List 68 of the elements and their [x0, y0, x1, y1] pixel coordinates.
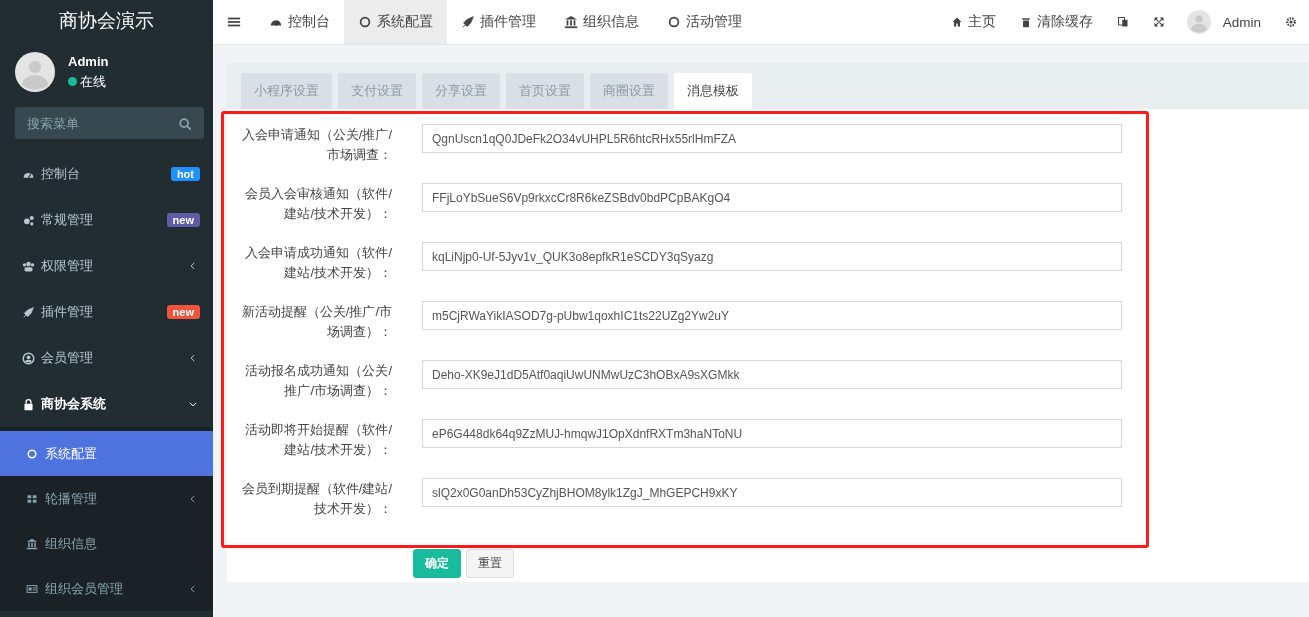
submenu-item[interactable]: 组织会员管理 [0, 566, 213, 611]
field-label: 活动报名成功通知（公关/推广/市场调查）： [244, 362, 392, 400]
input-field[interactable]: m5CjRWaYikIASOD7g-pUbw1qoxhIC1ts22UZg2Yw2uY [422, 301, 1122, 330]
menu-item[interactable]: 控制台 hot [0, 151, 213, 197]
user-name: Admin [68, 53, 109, 69]
chevron-left-icon [188, 261, 198, 271]
nav-tab[interactable]: 组织信息 [550, 0, 653, 44]
chevron-left-icon [188, 583, 198, 594]
nav-tab[interactable]: 控制台 [255, 0, 344, 44]
avatar-icon [15, 52, 55, 92]
gears-icon [22, 213, 35, 227]
menu-icon [227, 15, 241, 29]
submenu-item[interactable]: 系统配置 [0, 431, 213, 476]
menu-badge: new [166, 305, 200, 319]
settings-icon [1285, 16, 1297, 28]
circle-icon [358, 15, 372, 29]
trash-icon [1019, 16, 1032, 28]
input-field[interactable]: kqLiNjp0-Uf-5Jyv1v_QUK3o8epfkR1eSCDY3qSyazg [422, 242, 1122, 271]
user-icon [22, 351, 35, 365]
input-field[interactable]: eP6G448dk64q9ZzMUJ-hmqwJ1OpXdnfRXTm3haNToNU [422, 419, 1122, 448]
nav-link[interactable]: 清除缓存 [1007, 0, 1105, 44]
nav-tab[interactable]: 系统配置 [344, 0, 447, 44]
search-icon [178, 117, 192, 131]
fullscreen-icon [1152, 16, 1165, 28]
lock-icon [22, 397, 35, 411]
users-icon [22, 259, 35, 273]
menu-item[interactable]: 商协会系统 [0, 381, 213, 427]
search-field[interactable]: 搜索菜单 [15, 107, 204, 139]
field-label: 新活动提醒（公关/推广/市场调查）： [240, 303, 392, 341]
rocket-icon [22, 305, 35, 319]
grid-icon [26, 492, 38, 505]
menu-badge: new [166, 213, 200, 227]
menu-item[interactable]: 会员管理 [0, 335, 213, 381]
brand-title: 商协会演示 [58, 9, 155, 33]
bank-icon [26, 537, 38, 550]
menu-badge: hot [170, 167, 200, 181]
avatar-icon [1186, 10, 1211, 34]
chevron-left-icon [188, 353, 198, 363]
home-icon [950, 16, 963, 28]
chevron-left-icon [188, 493, 198, 504]
nav-link[interactable]: 主页 [938, 0, 1008, 44]
menu-item[interactable]: 权限管理 [0, 243, 213, 289]
input-field[interactable]: QgnUscn1qQ0JDeFk2O34vUHPL5R6htcRHx55rlHmFZA [422, 124, 1122, 153]
menu-item[interactable]: 插件管理 new [0, 289, 213, 335]
rocket-icon [461, 15, 475, 29]
input-field[interactable]: FFjLoYbSueS6Vp9rkxcCr8R6keZSBdv0bdPCpBAKgO4 [422, 183, 1122, 212]
translate-icon [1116, 16, 1129, 28]
chevron-down-icon [188, 399, 198, 409]
submenu-item[interactable]: 轮播管理 [0, 476, 213, 521]
circle-icon [26, 447, 38, 460]
nav-tab[interactable]: 插件管理 [447, 0, 550, 44]
bank-icon [564, 15, 578, 29]
field-label: 入会申请通知（公关/推广/市场调查： [240, 126, 392, 164]
user-menu[interactable]: Admin [1210, 0, 1273, 44]
id-card-icon [26, 582, 38, 595]
circle-icon [667, 15, 681, 29]
submenu-item[interactable]: 组织信息 [0, 521, 213, 566]
field-label: 入会申请成功通知（软件/建站/技术开发）： [244, 244, 392, 282]
menu-item[interactable]: 常规管理 new [0, 197, 213, 243]
tab[interactable]: 消息模板 [674, 73, 752, 109]
nav-tab[interactable]: 活动管理 [653, 0, 756, 44]
input-field[interactable]: Deho-XK9eJ1dD5Atf0aqiUwUNMwUzC3hOBxA9sXGMkk [422, 360, 1122, 389]
input-field[interactable]: slQ2x0G0anDh53CyZhjBHOM8ylk1ZgJ_MhGEPCH9xKY [422, 478, 1122, 507]
field-label: 会员入会审核通知（软件/建站/技术开发）： [244, 185, 392, 223]
reset-button[interactable]: 重置 [466, 549, 514, 578]
field-label: 活动即将开始提醒（软件/建站/技术开发）： [244, 421, 392, 459]
field-label: 会员到期提醒（软件/建站/技术开发）： [240, 480, 392, 518]
status-text: 在线 [80, 72, 106, 91]
